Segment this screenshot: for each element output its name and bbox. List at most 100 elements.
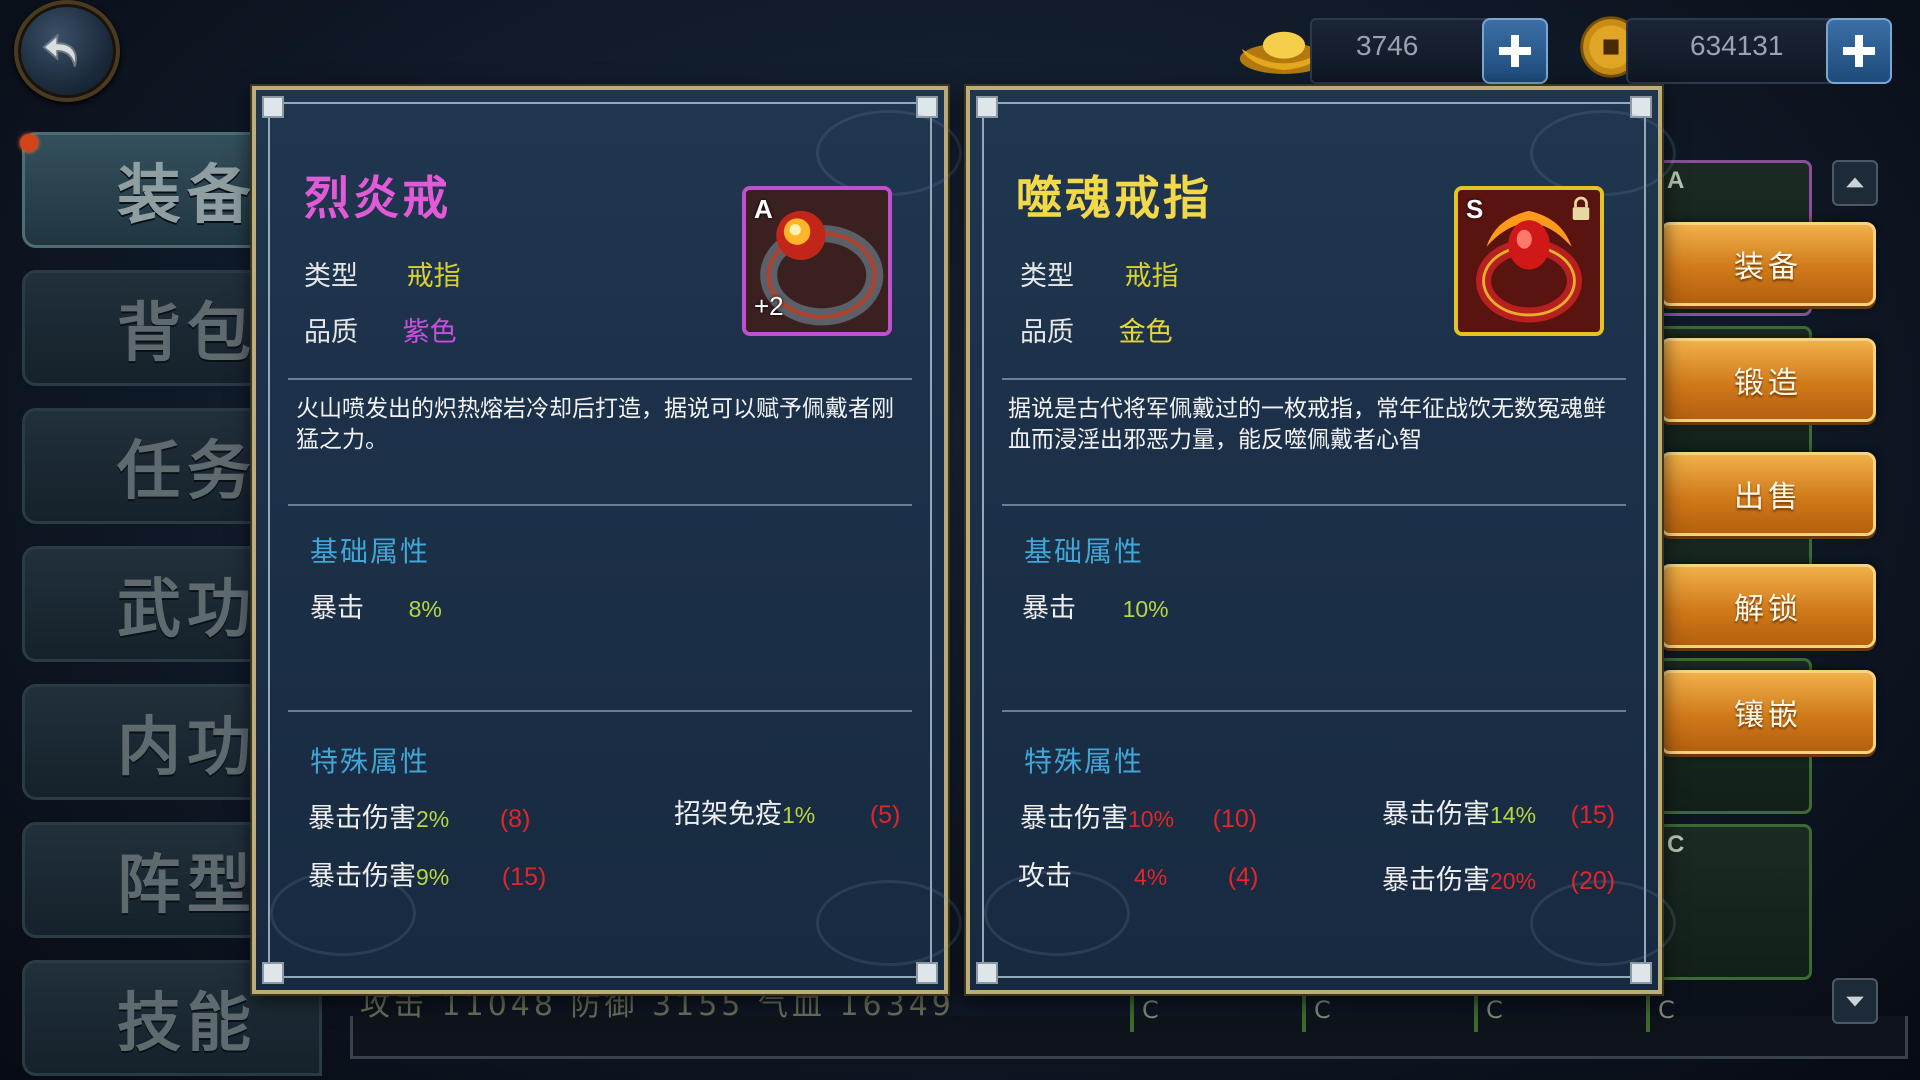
card-corner: [916, 962, 938, 984]
coin-currency: 634131: [1578, 14, 1898, 84]
item-description: 据说是古代将军佩戴过的一枚戒指，常年征战饮无数冤魂鲜血而浸淫出邪恶力量，能反噬佩…: [1008, 396, 1606, 453]
card-corner: [976, 962, 998, 984]
stat-num: (10): [1212, 805, 1258, 833]
plus-icon: [1499, 35, 1531, 67]
quality-value: 金色: [1118, 317, 1173, 348]
plus-icon: [1843, 35, 1875, 67]
special-stat: 暴击伤害10% (10): [1020, 796, 1257, 835]
divider: [288, 378, 912, 380]
stat-name: 暴击: [310, 593, 364, 624]
unlock-button[interactable]: 解锁: [1660, 564, 1876, 648]
stat-name: 暴击伤害: [1382, 865, 1490, 896]
base-attributes-title: 基础属性: [310, 535, 431, 568]
item-icon-frame[interactable]: A +2: [742, 186, 892, 336]
nav-tab-label: 技能: [117, 986, 257, 1061]
stat-name: 招架免疫: [674, 799, 782, 830]
special-attributes-title: 特殊属性: [310, 745, 431, 778]
scroll-down-button[interactable]: [1832, 978, 1878, 1024]
background-slot[interactable]: C: [1130, 996, 1290, 1032]
unlock-label: 解锁: [1734, 592, 1802, 627]
item-card-right: 噬魂戒指 类型 戒指 品质 金色 S 据说是古代将军佩戴过的一枚戒指，常年征战饮…: [966, 86, 1676, 994]
card-corner: [262, 96, 284, 118]
stat-pct: 14%: [1490, 802, 1537, 828]
notification-dot: [20, 134, 38, 152]
card-corner: [1630, 962, 1652, 984]
base-attributes-title: 基础属性: [1024, 535, 1145, 568]
item-description: 火山喷发出的炽热熔岩冷却后打造，据说可以赋予佩戴者刚猛之力。: [296, 396, 894, 453]
sell-button[interactable]: 出售: [1660, 452, 1876, 536]
special-stat: 暴击伤害9% (15): [308, 854, 546, 893]
item-type-row: 类型 戒指: [1020, 254, 1179, 293]
item-icon-frame[interactable]: S: [1454, 186, 1604, 336]
decor-swirl: [816, 880, 962, 966]
item-type-row: 类型 戒指: [304, 254, 461, 293]
stat-pct: 2%: [416, 806, 450, 832]
stat-num: (4): [1227, 863, 1259, 891]
special-stat: 暴击伤害20% (20): [1382, 858, 1615, 897]
stat-num: (8): [499, 805, 531, 833]
item-name: 烈炎戒: [304, 171, 451, 225]
background-slot[interactable]: C: [1474, 996, 1634, 1032]
stat-num: (5): [869, 801, 901, 829]
inlay-label: 镶嵌: [1734, 698, 1802, 733]
add-coin-button[interactable]: [1826, 18, 1892, 84]
chevron-up-icon: [1846, 177, 1864, 188]
stat-num: (15): [501, 863, 547, 891]
stat-num: (20): [1570, 867, 1616, 895]
chevron-down-icon: [1846, 996, 1864, 1007]
inlay-button[interactable]: 镶嵌: [1660, 670, 1876, 754]
type-value: 戒指: [406, 261, 461, 292]
stat-name: 暴击伤害: [308, 803, 416, 834]
stat-name: 暴击伤害: [1382, 799, 1490, 830]
lock-icon: [1572, 196, 1590, 220]
nav-tab-label: 任务: [117, 434, 257, 509]
forge-button[interactable]: 锻造: [1660, 338, 1876, 422]
stat-name: 攻击: [1018, 861, 1072, 892]
card-corner: [976, 96, 998, 118]
stat-pct: 20%: [1490, 868, 1537, 894]
stat-pct: 9%: [416, 864, 450, 890]
special-stat: 暴击伤害14% (15): [1382, 792, 1615, 831]
stat-pct: 10%: [1128, 806, 1175, 832]
enhance-level: +2: [754, 291, 784, 321]
nav-tab-label: 武功: [117, 572, 257, 647]
item-grade: S: [1466, 194, 1484, 224]
item-name: 噬魂戒指: [1016, 171, 1212, 225]
divider: [288, 710, 912, 712]
stat-pct: 4%: [1134, 864, 1168, 890]
scroll-up-button[interactable]: [1832, 160, 1878, 206]
card-corner: [262, 962, 284, 984]
divider: [1002, 378, 1626, 380]
equip-button[interactable]: 装备: [1660, 222, 1876, 306]
base-stat: 暴击 10%: [1022, 586, 1169, 625]
sell-label: 出售: [1734, 480, 1802, 515]
background-slot[interactable]: C: [1302, 996, 1462, 1032]
item-quality-row: 品质 紫色: [304, 310, 457, 349]
item-grade: A: [754, 194, 773, 224]
special-stat: 攻击 4% (4): [1018, 854, 1258, 893]
add-ingot-button[interactable]: [1482, 18, 1548, 84]
forge-label: 锻造: [1734, 366, 1802, 401]
inventory-slot[interactable]: C: [1656, 824, 1812, 980]
stat-value: 10%: [1122, 596, 1169, 622]
nav-tab-label: 装备: [117, 158, 257, 233]
decor-swirl: [816, 110, 962, 196]
equip-label: 装备: [1734, 250, 1802, 285]
coin-value: 634131: [1690, 30, 1784, 61]
type-label: 类型: [304, 261, 358, 292]
type-value: 戒指: [1124, 261, 1179, 292]
stat-name: 暴击: [1022, 593, 1076, 624]
special-attributes-title: 特殊属性: [1024, 745, 1145, 778]
ingot-value: 3746: [1356, 30, 1419, 61]
divider: [288, 504, 912, 506]
decor-swirl: [1530, 110, 1676, 196]
stat-name: 暴击伤害: [308, 861, 416, 892]
quality-label: 品质: [1020, 317, 1074, 348]
ingot-currency: 3746: [1236, 14, 1556, 84]
stat-name: 暴击伤害: [1020, 803, 1128, 834]
back-button[interactable]: [14, 0, 120, 102]
nav-tab-label: 阵型: [117, 848, 257, 923]
stat-num: (15): [1570, 801, 1616, 829]
quality-label: 品质: [304, 317, 358, 348]
nav-tab-label: 背包: [117, 296, 257, 371]
